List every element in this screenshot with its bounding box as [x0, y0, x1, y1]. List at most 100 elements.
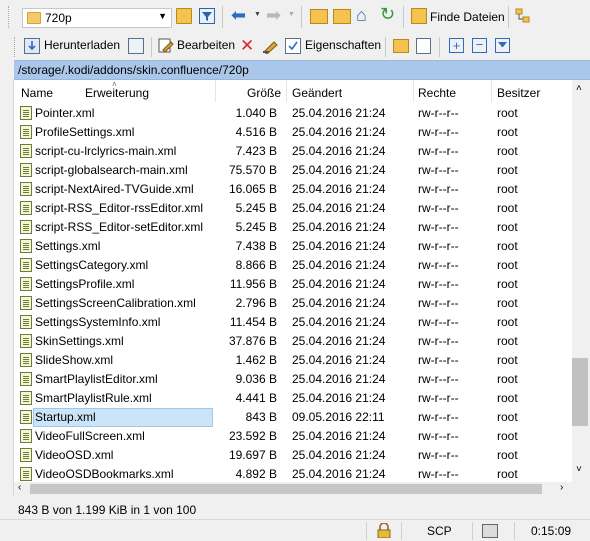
file-name: ProfileSettings.xml [35, 125, 135, 139]
file-changed: 25.04.2016 21:24 [292, 467, 386, 481]
delete-icon[interactable]: ✕ [240, 36, 254, 56]
properties-icon[interactable] [285, 38, 301, 54]
parent-folder-icon[interactable] [310, 9, 328, 24]
file-changed: 25.04.2016 21:24 [292, 144, 386, 158]
rename-icon[interactable] [262, 38, 280, 55]
xml-file-icon [20, 201, 32, 215]
file-name: script-globalsearch-main.xml [35, 163, 188, 177]
file-row[interactable]: script-NextAired-TVGuide.xml 16.065 B 25.0… [14, 180, 572, 199]
scroll-right-icon[interactable]: › [560, 482, 563, 493]
edit-button[interactable]: Bearbeiten [177, 38, 235, 52]
back-arrow-icon[interactable]: ⬅ [231, 6, 246, 24]
xml-file-icon [20, 429, 32, 443]
forward-arrow-icon[interactable]: ➡ [266, 6, 281, 24]
column-owner-header[interactable]: Besitzer [497, 86, 540, 100]
file-row[interactable]: VideoOSDBookmarks.xml 4.892 B 25.04.2016 2… [14, 465, 572, 482]
file-changed: 25.04.2016 21:24 [292, 220, 386, 234]
xml-file-icon [20, 410, 32, 424]
file-row[interactable]: Settings.xml 7.438 B 25.04.2016 21:24 rw-r-… [14, 237, 572, 256]
filter-select-icon[interactable] [495, 38, 510, 53]
new-folder-icon[interactable] [393, 39, 409, 53]
column-name-header[interactable]: Name [21, 86, 53, 100]
file-rights: rw-r--r-- [418, 448, 459, 462]
toolbar-actions: Herunterladen Bearbeiten ✕ Eigenschaften… [0, 34, 590, 60]
tree-view-icon[interactable] [515, 8, 531, 24]
file-name: SmartPlaylistEditor.xml [35, 372, 158, 386]
selection-status: 843 B von 1.199 KiB in 1 von 100 [18, 503, 197, 517]
file-name: SettingsProfile.xml [35, 277, 135, 291]
column-extension-header[interactable]: Erweiterung [85, 86, 149, 100]
file-rights: rw-r--r-- [418, 429, 459, 443]
xml-file-icon [20, 296, 32, 310]
filter-icon[interactable] [199, 8, 215, 24]
scroll-up-icon[interactable]: ˄ [576, 83, 582, 94]
properties-button[interactable]: Eigenschaften [305, 38, 381, 52]
scroll-left-icon[interactable]: ‹ [18, 482, 21, 493]
selection-status-bar: 843 B von 1.199 KiB in 1 von 100 [0, 497, 590, 519]
file-changed: 25.04.2016 21:24 [292, 201, 386, 215]
xml-file-icon [20, 125, 32, 139]
file-owner: root [497, 372, 518, 386]
file-row[interactable]: SettingsProfile.xml 11.956 B 25.04.2016 21… [14, 275, 572, 294]
column-size-header[interactable]: Größe [247, 86, 281, 100]
file-size: 843 B [245, 410, 277, 424]
home-icon[interactable]: ⌂ [356, 5, 367, 26]
file-row[interactable]: VideoFullScreen.xml 23.592 B 25.04.2016 21… [14, 427, 572, 446]
edit-icon[interactable] [158, 38, 174, 54]
xml-file-icon [20, 353, 32, 367]
plus-icon[interactable]: + [449, 38, 464, 53]
file-row[interactable]: Pointer.xml 1.040 B 25.04.2016 21:24 rw-r--… [14, 104, 572, 123]
file-row[interactable]: script-RSS_Editor-rssEditor.xml 5.245 B 25… [14, 199, 572, 218]
xml-file-icon [20, 220, 32, 234]
file-rights: rw-r--r-- [418, 353, 459, 367]
folder-icon [27, 12, 41, 24]
file-row[interactable]: script-RSS_Editor-setEditor.xml 5.245 B 25… [14, 218, 572, 237]
xml-file-icon [20, 144, 32, 158]
open-folder-icon[interactable] [176, 8, 192, 24]
back-dropdown-icon[interactable]: ▼ [254, 11, 261, 18]
vertical-scroll-thumb[interactable] [572, 358, 588, 426]
connection-status-bar: SCP 0:15:09 [0, 519, 590, 541]
find-files-icon[interactable] [411, 8, 427, 24]
file-owner: root [497, 429, 518, 443]
column-changed-header[interactable]: Geändert [292, 86, 342, 100]
file-name: Pointer.xml [35, 106, 95, 120]
toolbar-grip [8, 6, 11, 28]
download-options-icon[interactable] [128, 38, 144, 54]
chevron-down-icon[interactable]: ▼ [158, 11, 167, 21]
scroll-down-icon[interactable]: ˅ [576, 464, 582, 475]
file-row[interactable]: ProfileSettings.xml 4.516 B 25.04.2016 21:… [14, 123, 572, 142]
path-combo[interactable]: 720p ▼ [22, 8, 172, 28]
minus-icon[interactable]: − [472, 38, 487, 53]
file-row[interactable]: SmartPlaylistRule.xml 4.441 B 25.04.2016 2… [14, 389, 572, 408]
file-row[interactable]: SettingsSystemInfo.xml 11.454 B 25.04.2016… [14, 313, 572, 332]
file-row[interactable]: VideoOSD.xml 19.697 B 25.04.2016 21:24 rw-r… [14, 446, 572, 465]
horizontal-scroll-thumb[interactable] [30, 484, 542, 494]
new-file-icon[interactable] [416, 38, 431, 54]
root-folder-icon[interactable] [333, 9, 351, 24]
xml-file-icon [20, 182, 32, 196]
column-rights-header[interactable]: Rechte [418, 86, 456, 100]
file-name: SettingsCategory.xml [35, 258, 149, 272]
file-size: 11.454 B [229, 315, 277, 329]
find-files-button[interactable]: Finde Dateien [430, 10, 505, 24]
file-row[interactable]: script-globalsearch-main.xml 75.570 B 25.0… [14, 161, 572, 180]
file-row[interactable]: SlideShow.xml 1.462 B 25.04.2016 21:24 rw-r… [14, 351, 572, 370]
file-row[interactable]: SettingsScreenCalibration.xml 2.796 B 25.0… [14, 294, 572, 313]
download-button[interactable]: Herunterladen [44, 38, 120, 52]
forward-dropdown-icon[interactable]: ▼ [288, 11, 295, 18]
file-row[interactable]: SettingsCategory.xml 8.866 B 25.04.2016 21… [14, 256, 572, 275]
refresh-icon[interactable]: ↻ [380, 4, 395, 25]
file-row[interactable]: script-cu-lrclyrics-main.xml 7.423 B 25.04… [14, 142, 572, 161]
file-name: script-RSS_Editor-setEditor.xml [35, 220, 204, 234]
xml-file-icon [20, 334, 32, 348]
file-row[interactable]: SmartPlaylistEditor.xml 9.036 B 25.04.2016… [14, 370, 572, 389]
download-icon[interactable] [24, 38, 40, 54]
file-owner: root [497, 144, 518, 158]
file-changed: 25.04.2016 21:24 [292, 391, 386, 405]
left-panel-edge [0, 80, 14, 496]
file-row[interactable]: SkinSettings.xml 37.876 B 25.04.2016 21:24… [14, 332, 572, 351]
file-changed: 25.04.2016 21:24 [292, 448, 386, 462]
file-row[interactable]: Startup.xml 843 B 09.05.2016 22:11 rw-r--r-… [14, 408, 572, 427]
file-owner: root [497, 220, 518, 234]
